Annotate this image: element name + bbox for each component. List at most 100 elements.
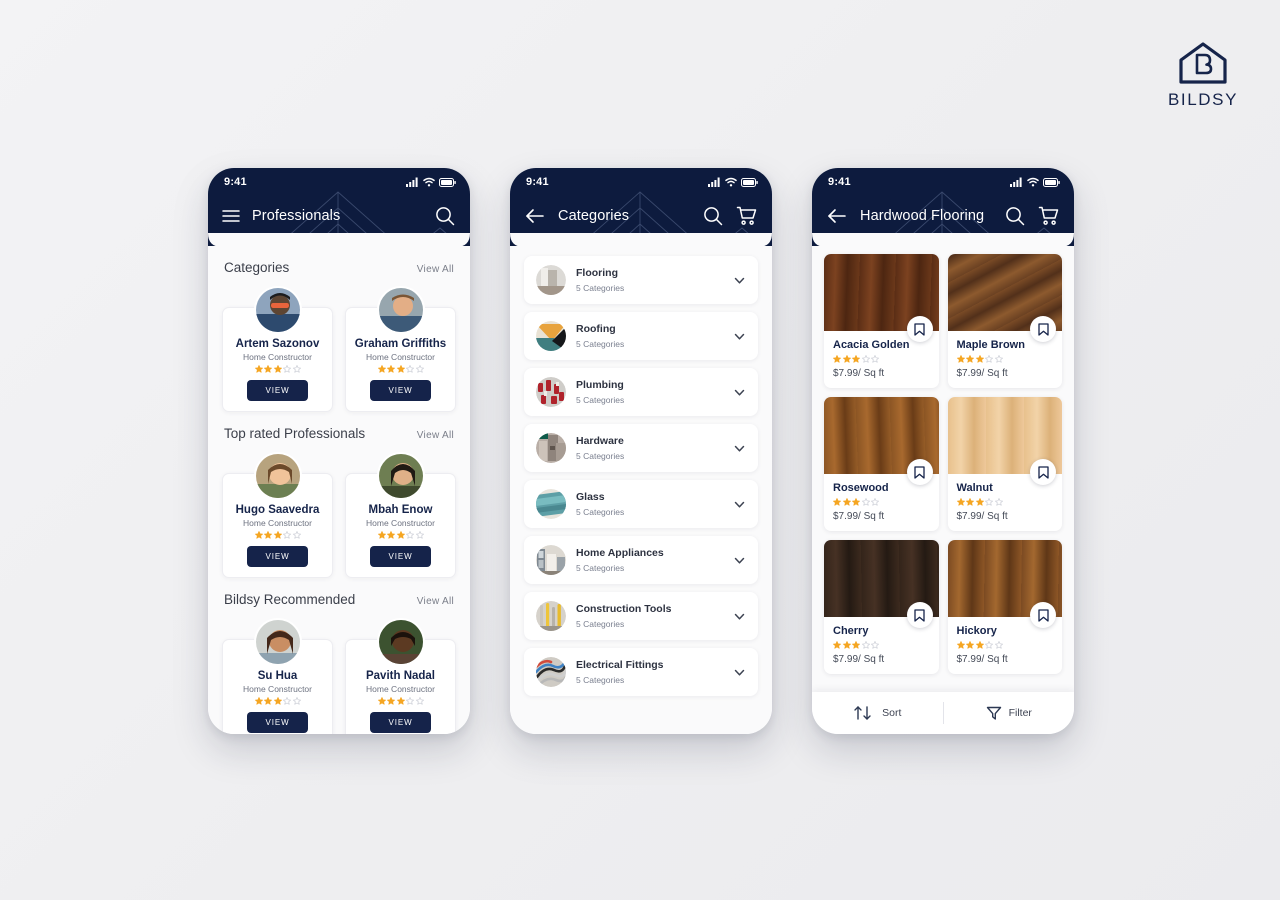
- header-bottom-curve: [510, 233, 772, 247]
- category-row[interactable]: Construction Tools 5 Categories: [524, 592, 758, 640]
- star-empty-icon: [861, 498, 870, 506]
- thumb-roofing: [536, 321, 566, 351]
- page-title: Hardwood Flooring: [860, 208, 985, 224]
- brand-wordmark: BILDSY: [1167, 90, 1239, 109]
- star-empty-icon: [994, 498, 1003, 506]
- status-bar: 9:41: [812, 168, 1074, 190]
- category-row[interactable]: Home Appliances 5 Categories: [524, 536, 758, 584]
- page-title: Categories: [558, 208, 630, 224]
- star-filled-icon: [852, 498, 860, 506]
- professional-card[interactable]: Artem Sazonov Home Constructor VIEW: [222, 286, 333, 412]
- product-card[interactable]: Acacia Golden $7.99/ Sq ft: [824, 254, 939, 388]
- category-title: Plumbing: [576, 379, 624, 392]
- cart-icon[interactable]: [736, 205, 758, 227]
- search-icon[interactable]: [434, 205, 456, 227]
- thumb-flooring: [536, 265, 566, 295]
- rating-stars: [833, 641, 930, 649]
- rating-stars: [833, 498, 930, 506]
- chevron-down-icon[interactable]: [733, 498, 746, 511]
- chevron-down-icon[interactable]: [733, 554, 746, 567]
- category-title: Flooring: [576, 267, 618, 280]
- star-filled-icon: [377, 697, 386, 705]
- bookmark-icon[interactable]: [1030, 316, 1056, 342]
- star-filled-icon: [254, 365, 263, 373]
- professional-card[interactable]: Pavith Nadal Home Constructor VIEW: [345, 618, 456, 734]
- filter-funnel-icon: [986, 706, 1001, 720]
- back-arrow-icon[interactable]: [826, 205, 848, 227]
- view-button[interactable]: VIEW: [370, 546, 431, 567]
- status-indicators: [708, 177, 758, 187]
- star-filled-icon: [975, 641, 984, 649]
- star-filled-icon: [975, 355, 984, 363]
- professional-role: Home Constructor: [366, 684, 435, 694]
- bookmark-icon[interactable]: [906, 459, 933, 485]
- professional-card[interactable]: Hugo Saavedra Home Constructor VIEW: [222, 452, 333, 578]
- cart-icon[interactable]: [1038, 205, 1060, 227]
- star-filled-icon: [396, 365, 405, 373]
- avatar: [376, 452, 425, 500]
- sort-label: Sort: [882, 707, 902, 719]
- category-text: Roofing 5 Categories: [576, 323, 723, 348]
- category-subtitle: 5 Categories: [576, 394, 625, 405]
- category-row[interactable]: Roofing 5 Categories: [524, 312, 758, 360]
- star-empty-icon: [861, 641, 870, 649]
- category-row[interactable]: Hardware 5 Categories: [524, 424, 758, 472]
- professional-card[interactable]: Graham Griffiths Home Constructor VIEW: [345, 286, 456, 412]
- chevron-down-icon[interactable]: [733, 386, 746, 399]
- chevron-down-icon[interactable]: [733, 610, 746, 623]
- category-row[interactable]: Electrical Fittings 5 Categories: [524, 648, 758, 696]
- star-filled-icon: [842, 355, 851, 363]
- star-empty-icon: [283, 531, 291, 539]
- view-button[interactable]: VIEW: [247, 546, 308, 567]
- wifi-icon: [1027, 177, 1039, 187]
- product-card[interactable]: Hickory $7.99/ Sq ft: [947, 540, 1062, 674]
- view-button[interactable]: VIEW: [247, 380, 308, 401]
- professional-role: Home Constructor: [243, 352, 312, 362]
- view-all-link[interactable]: View All: [417, 596, 454, 607]
- star-filled-icon: [833, 355, 841, 363]
- chevron-down-icon[interactable]: [733, 442, 746, 455]
- professional-card[interactable]: Su Hua Home Constructor VIEW: [222, 618, 333, 734]
- product-card[interactable]: Walnut $7.99/ Sq ft: [947, 397, 1062, 531]
- chevron-down-icon[interactable]: [733, 274, 746, 287]
- star-filled-icon: [975, 498, 984, 506]
- view-all-link[interactable]: View All: [417, 264, 454, 275]
- product-price: $7.99/ Sq ft: [833, 368, 885, 379]
- category-row[interactable]: Flooring 5 Categories: [524, 256, 758, 304]
- star-filled-icon: [377, 531, 386, 539]
- professional-card[interactable]: Mbah Enow Home Constructor VIEW: [345, 452, 456, 578]
- thumb-plumbing: [536, 377, 566, 407]
- search-icon[interactable]: [1004, 205, 1026, 227]
- rating-stars: [229, 531, 326, 539]
- phone-categories: 9:41 Categories Flooring 5 Categories Ro…: [510, 168, 772, 734]
- product-card[interactable]: Maple Brown $7.99/ Sq ft: [947, 254, 1062, 388]
- category-row[interactable]: Plumbing 5 Categories: [524, 368, 758, 416]
- bookmark-icon[interactable]: [906, 316, 933, 342]
- view-button[interactable]: VIEW: [370, 380, 431, 401]
- view-all-link[interactable]: View All: [417, 430, 454, 441]
- product-card[interactable]: Rosewood $7.99/ Sq ft: [824, 397, 939, 531]
- product-grid: Acacia Golden $7.99/ Sq ft Maple Brown $…: [824, 254, 1062, 674]
- chevron-down-icon[interactable]: [733, 666, 746, 679]
- bookmark-icon[interactable]: [1030, 602, 1056, 628]
- search-icon[interactable]: [702, 205, 724, 227]
- category-row[interactable]: Glass 5 Categories: [524, 480, 758, 528]
- star-empty-icon: [406, 697, 414, 705]
- section-title: Top rated Professionals: [224, 426, 366, 441]
- product-card[interactable]: Cherry $7.99/ Sq ft: [824, 540, 939, 674]
- filter-button[interactable]: Filter: [944, 705, 1075, 721]
- header-bottom-curve: [812, 233, 1074, 247]
- star-empty-icon: [415, 531, 424, 539]
- view-button[interactable]: VIEW: [370, 712, 431, 733]
- back-arrow-icon[interactable]: [524, 205, 546, 227]
- bookmark-icon[interactable]: [1030, 459, 1056, 485]
- house-b-logo-icon: [1179, 42, 1227, 84]
- chevron-down-icon[interactable]: [733, 330, 746, 343]
- hamburger-menu-icon[interactable]: [222, 205, 240, 227]
- sort-button[interactable]: Sort: [812, 705, 943, 721]
- bookmark-icon[interactable]: [906, 602, 933, 628]
- star-filled-icon: [387, 697, 395, 705]
- category-subtitle: 5 Categories: [576, 450, 625, 461]
- thumb-hardware: [536, 433, 566, 463]
- view-button[interactable]: VIEW: [247, 712, 308, 733]
